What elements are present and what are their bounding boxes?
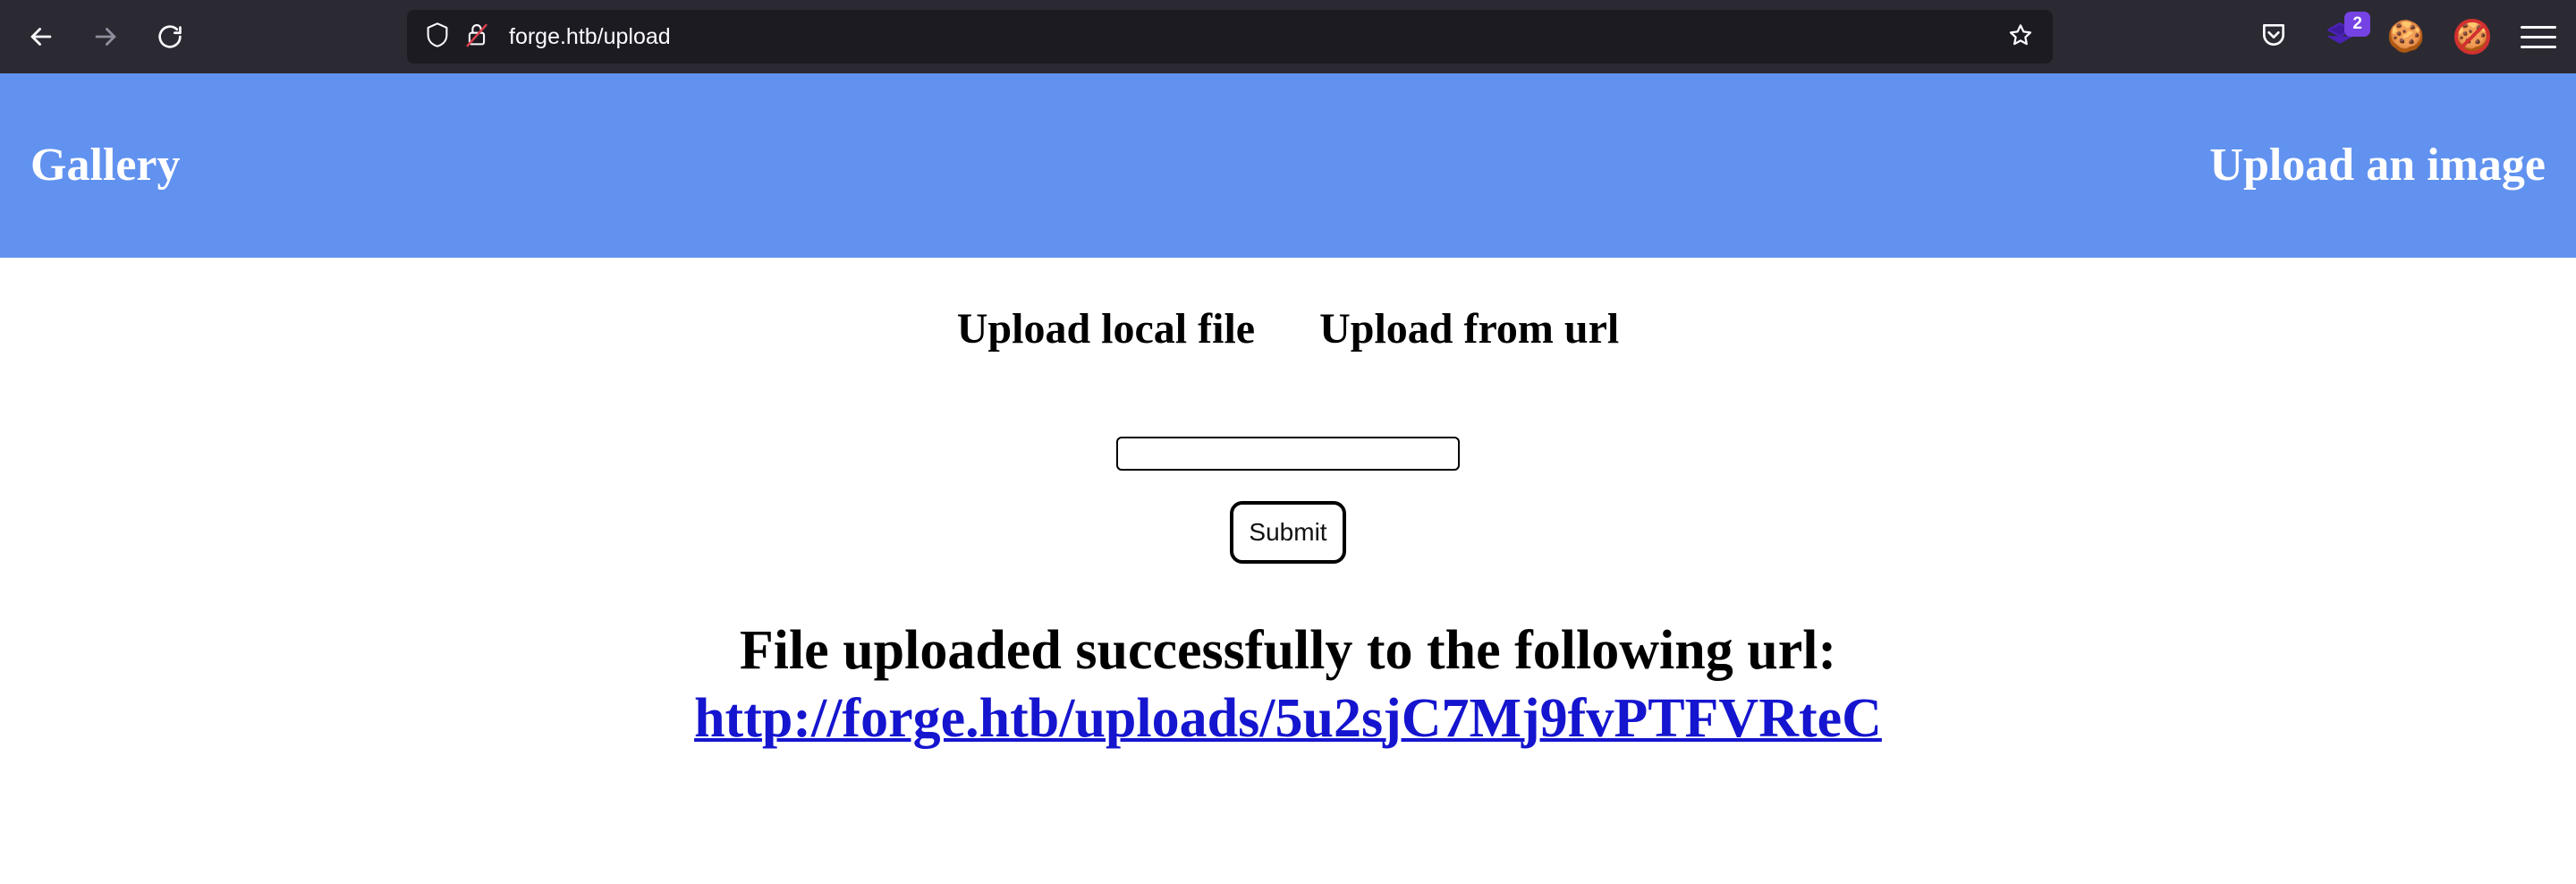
url-bar[interactable]: forge.htb/upload [407, 10, 2053, 64]
toolbar-right-icons: 2 🍪 🍪 [2250, 0, 2562, 73]
navigation-buttons [13, 8, 199, 65]
app-menu-button[interactable] [2515, 13, 2562, 60]
extension-button[interactable]: 2 [2317, 12, 2370, 60]
url-text[interactable]: forge.htb/upload [509, 24, 2001, 50]
shield-icon[interactable] [425, 21, 450, 53]
upload-result: File uploaded successfully to the follow… [0, 617, 2576, 752]
upload-success-message: File uploaded successfully to the follow… [739, 619, 1837, 681]
tab-upload-local-file[interactable]: Upload local file [957, 305, 1255, 353]
star-outline-icon [2007, 21, 2034, 53]
uploaded-file-link[interactable]: http://forge.htb/uploads/5u2sjC7Mj9fvPTF… [694, 685, 1882, 752]
back-button[interactable] [13, 8, 70, 65]
browser-toolbar: forge.htb/upload 2 🍪 [0, 0, 2576, 73]
reload-button[interactable] [141, 8, 199, 65]
pocket-icon [2259, 21, 2288, 54]
site-title: Gallery [30, 140, 181, 191]
forward-arrow-icon [90, 21, 121, 52]
forward-button[interactable] [77, 8, 134, 65]
upload-an-image-link[interactable]: Upload an image [2209, 142, 2546, 189]
pocket-button[interactable] [2250, 13, 2297, 60]
cookie-blocked-icon: 🍪 [2449, 13, 2496, 60]
url-input[interactable] [1116, 436, 1460, 471]
menu-hamburger-icon [2521, 25, 2556, 48]
back-arrow-icon [26, 21, 56, 52]
page-header-banner: Gallery Upload an image [0, 73, 2576, 258]
cookie-icon: 🍪 [2386, 20, 2426, 54]
cookie-extension-button[interactable]: 🍪 [2383, 13, 2429, 60]
url-bar-icons [425, 21, 489, 53]
cookie-blocked-extension-button[interactable]: 🍪 [2449, 13, 2496, 60]
submit-button[interactable]: Submit [1230, 500, 1346, 564]
tab-upload-from-url[interactable]: Upload from url [1319, 305, 1619, 353]
extension-badge-count: 2 [2344, 12, 2370, 37]
bookmark-star-button[interactable] [2001, 17, 2040, 56]
crossed-out-lock-icon[interactable] [464, 21, 489, 53]
upload-mode-tabs: Upload local file Upload from url [957, 305, 1619, 353]
reload-icon [156, 22, 184, 51]
page-content: Upload local file Upload from url Submit… [0, 258, 2576, 752]
